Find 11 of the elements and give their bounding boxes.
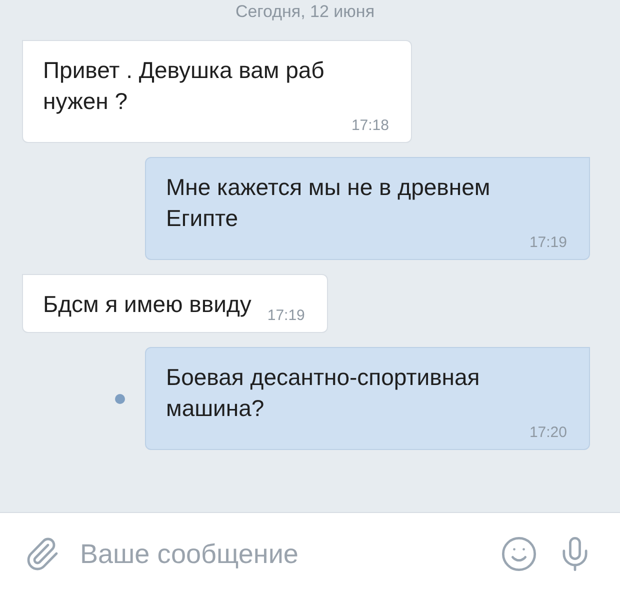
date-header: Сегодня, 12 июня xyxy=(235,2,375,22)
message-time: 17:19 xyxy=(528,234,567,251)
smiley-icon[interactable] xyxy=(500,535,538,573)
message-text: Мне кажется мы не в древнем Египте xyxy=(166,173,492,233)
message-time: 17:18 xyxy=(350,117,389,134)
message-time: 17:19 xyxy=(266,307,305,324)
message-time: 17:20 xyxy=(528,424,567,441)
message-text: Бдсм я имею ввиду xyxy=(43,290,252,319)
message-text: Привет . Девушка вам раб нужен ? xyxy=(43,56,326,116)
message-text: Боевая десантно-спортивная машина? xyxy=(166,363,481,423)
message-input-field[interactable]: Ваше сообщение xyxy=(78,538,482,570)
